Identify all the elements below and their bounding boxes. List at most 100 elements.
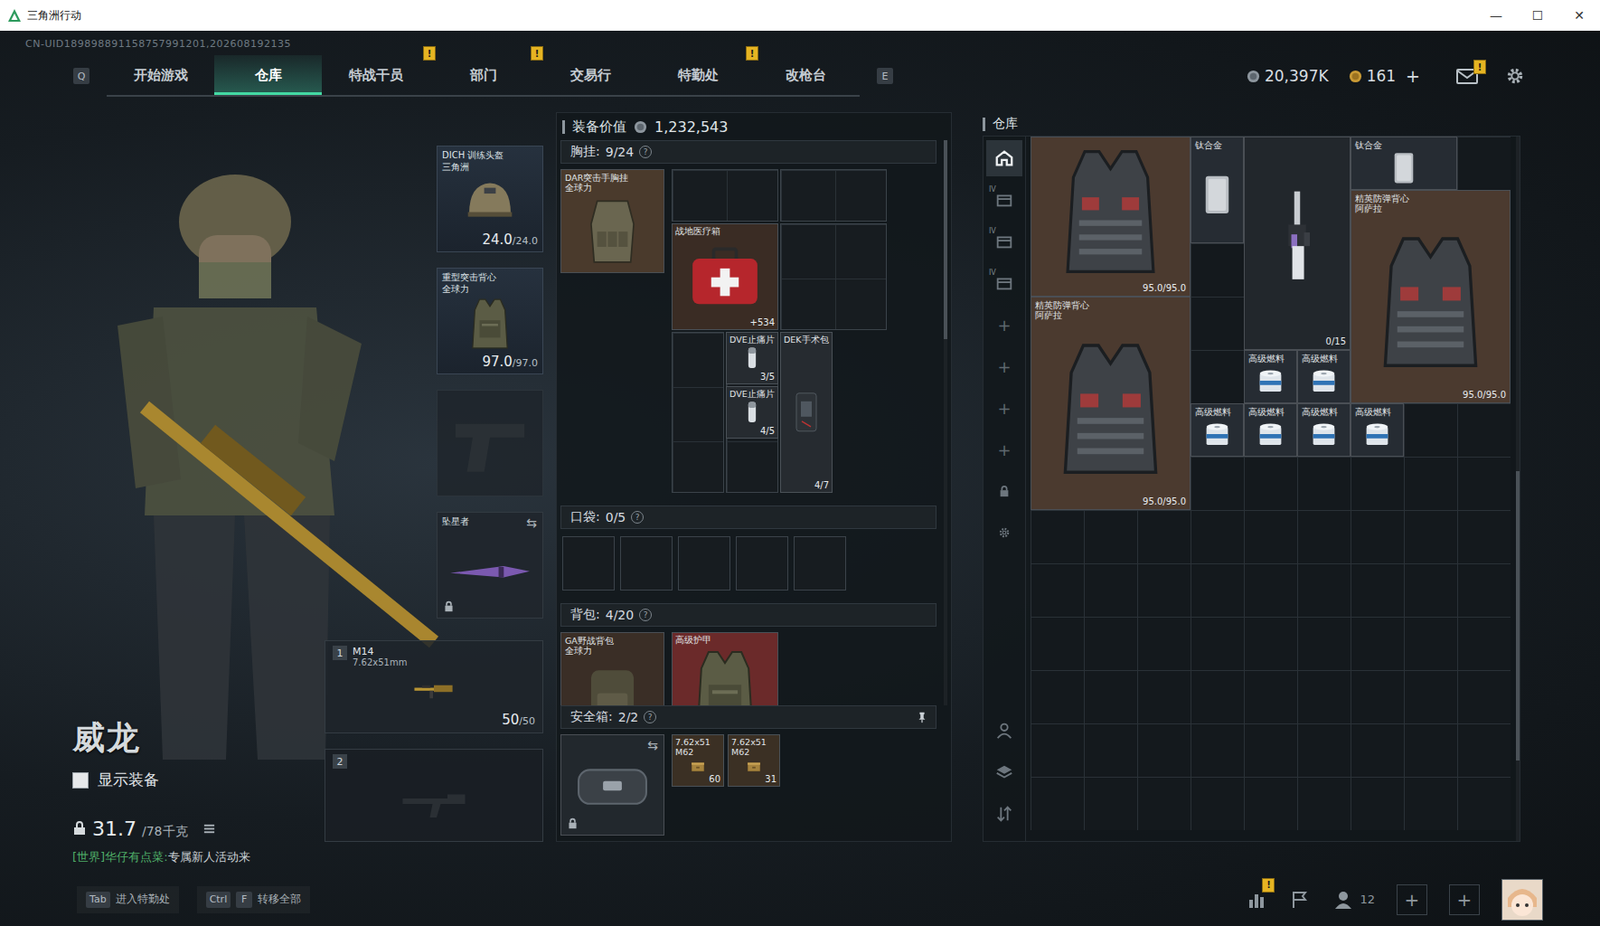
nav-prev-key[interactable]: Q: [73, 67, 90, 85]
weapon-slot[interactable]: 1M147.62x51mm50/50: [324, 640, 544, 734]
safe-box-header: 安全箱:2/2?: [560, 705, 937, 729]
equipment-slot[interactable]: 坠星者⇆: [436, 511, 544, 619]
scrollbar[interactable]: [943, 140, 948, 706]
warehouse-tab-button[interactable]: [986, 140, 1023, 177]
coin-icon: [633, 120, 648, 134]
window-title: 三角洲行动: [27, 8, 82, 24]
help-icon[interactable]: ?: [639, 145, 652, 159]
warehouse-item[interactable]: 高级燃料: [1243, 349, 1298, 404]
ammo-icon: [675, 757, 721, 774]
warehouse-add-button[interactable]: +: [986, 306, 1023, 343]
friends-button[interactable]: 12: [1332, 888, 1375, 911]
inventory-item[interactable]: DEK手术包4/7: [780, 331, 833, 493]
warehouse-settings-button[interactable]: [986, 514, 1023, 551]
nav-tab[interactable]: 开始游戏: [106, 55, 215, 95]
key-hint[interactable]: Tab进入特勤处: [76, 885, 179, 913]
window-control[interactable]: ☐: [1516, 8, 1559, 23]
invite-slot[interactable]: +: [1396, 884, 1428, 915]
pocket-slot[interactable]: [562, 536, 615, 591]
loadout-tool-button[interactable]: [986, 712, 1023, 749]
warehouse-item[interactable]: 高级燃料: [1243, 403, 1298, 457]
settings-gear-icon[interactable]: [1505, 65, 1525, 86]
nav-tab[interactable]: 部门!: [429, 55, 537, 95]
flag-icon[interactable]: [1289, 888, 1311, 911]
window-control[interactable]: ✕: [1558, 8, 1600, 23]
equipment-slot[interactable]: 重型突击背心全球力97.0/97.0: [436, 267, 544, 375]
warehouse-add-button[interactable]: +: [986, 431, 1023, 468]
warehouse-scrollbar[interactable]: [1515, 136, 1520, 841]
pin-icon[interactable]: [915, 710, 929, 724]
inventory-item[interactable]: 7.62x51 M6260: [671, 734, 725, 787]
sort-icon: [994, 803, 1015, 824]
fuel-icon: [1355, 416, 1400, 453]
warehouse-tab-button[interactable]: IV: [986, 223, 1023, 260]
equipment-slot[interactable]: [436, 389, 544, 497]
weapon-slot[interactable]: 2: [324, 748, 544, 842]
nav-tab[interactable]: 改枪台: [752, 55, 860, 95]
inventory-item[interactable]: 战地医疗箱+534: [671, 223, 779, 330]
warehouse-item[interactable]: 高级燃料: [1350, 403, 1404, 457]
warehouse-item[interactable]: 高级燃料: [1297, 403, 1351, 457]
nav-tab[interactable]: 仓库: [214, 55, 322, 95]
backpack-item[interactable]: GA野战背包全球力: [560, 631, 665, 706]
warehouse-lock-button[interactable]: [986, 472, 1023, 509]
armor-icon: [675, 644, 775, 706]
key-hint[interactable]: CtrlF转移全部: [197, 885, 311, 913]
pocket-slot[interactable]: [793, 536, 847, 591]
help-icon[interactable]: ?: [643, 710, 657, 724]
inventory-item[interactable]: 高级护甲: [671, 631, 779, 706]
armor-icon: [442, 294, 538, 353]
checkbox-box[interactable]: [72, 771, 89, 789]
loadout-panel: 装备价值1,232,543胸挂:9/24?DAR突击手胸挂全球力战地医疗箱+53…: [555, 112, 952, 842]
nav-tab[interactable]: 特战干员!: [321, 55, 430, 95]
details-list-icon[interactable]: [202, 821, 217, 836]
rifle-icon: [332, 668, 536, 711]
help-icon[interactable]: ?: [639, 608, 652, 622]
gear-icon: [997, 526, 1011, 539]
layers-tool-button[interactable]: [986, 753, 1023, 791]
loadout-value: 装备价值1,232,543: [556, 112, 951, 141]
nav-tab[interactable]: 特勤处!: [644, 55, 753, 95]
invite-slot[interactable]: +: [1449, 884, 1480, 915]
warehouse-item[interactable]: 精英防弹背心阿萨拉95.0/95.0: [1030, 296, 1191, 510]
stats-button[interactable]: !: [1245, 888, 1268, 911]
warehouse-panel: 仓库IVIVIV++++95.0/95.0钛合金0/15钛合金精英防弹背心阿萨拉…: [982, 112, 1521, 842]
window-control[interactable]: —: [1475, 8, 1517, 23]
help-icon[interactable]: ?: [630, 510, 644, 524]
swap-icon[interactable]: ⇆: [526, 515, 537, 530]
nav-tab[interactable]: 交易行: [536, 55, 645, 95]
warehouse-tab-button[interactable]: IV: [986, 264, 1023, 302]
inventory-item[interactable]: 7.62x51 M6231: [727, 734, 781, 787]
storage-block: [780, 223, 887, 330]
safe-box-container[interactable]: ⇆: [560, 734, 665, 836]
pocket-slot[interactable]: [677, 536, 731, 591]
operator-name: 威龙: [72, 715, 326, 761]
warehouse-item[interactable]: 钛合金: [1350, 136, 1458, 190]
sort-tool-button[interactable]: [986, 795, 1023, 832]
fuel-icon: [1248, 416, 1293, 453]
warehouse-item[interactable]: 95.0/95.0: [1030, 136, 1191, 297]
pocket-slot[interactable]: [620, 536, 673, 591]
inventory-item[interactable]: DVE止痛片3/5: [725, 331, 779, 385]
inventory-item[interactable]: DVE止痛片4/5: [725, 385, 779, 439]
empty-rifle-icon: [332, 768, 536, 837]
warehouse-add-button[interactable]: +: [986, 389, 1023, 426]
add-token-button[interactable]: +: [1405, 65, 1421, 86]
warehouse-add-button[interactable]: +: [986, 348, 1023, 385]
equipment-slot[interactable]: DICH 训练头盔三角洲24.0/24.0: [436, 145, 544, 253]
mail-button[interactable]: !: [1456, 67, 1478, 85]
swap-icon[interactable]: ⇆: [647, 737, 659, 753]
warehouse-item[interactable]: 精英防弹背心阿萨拉95.0/95.0: [1350, 189, 1511, 404]
warehouse-item[interactable]: 高级燃料: [1297, 349, 1351, 404]
ammo-icon: [731, 757, 777, 774]
warehouse-item[interactable]: 0/15: [1243, 136, 1351, 350]
player-avatar[interactable]: [1501, 878, 1544, 921]
pocket-slot[interactable]: [735, 536, 789, 591]
nav-next-key[interactable]: E: [876, 67, 894, 85]
warehouse-tab-button[interactable]: IV: [986, 181, 1023, 218]
warehouse-item[interactable]: 钛合金: [1190, 136, 1244, 244]
show-equipment-checkbox[interactable]: 显示装备: [72, 769, 326, 791]
chest-rig-item[interactable]: DAR突击手胸挂全球力: [560, 169, 665, 273]
weight-icon: [72, 820, 87, 836]
warehouse-item[interactable]: 高级燃料: [1190, 403, 1244, 457]
